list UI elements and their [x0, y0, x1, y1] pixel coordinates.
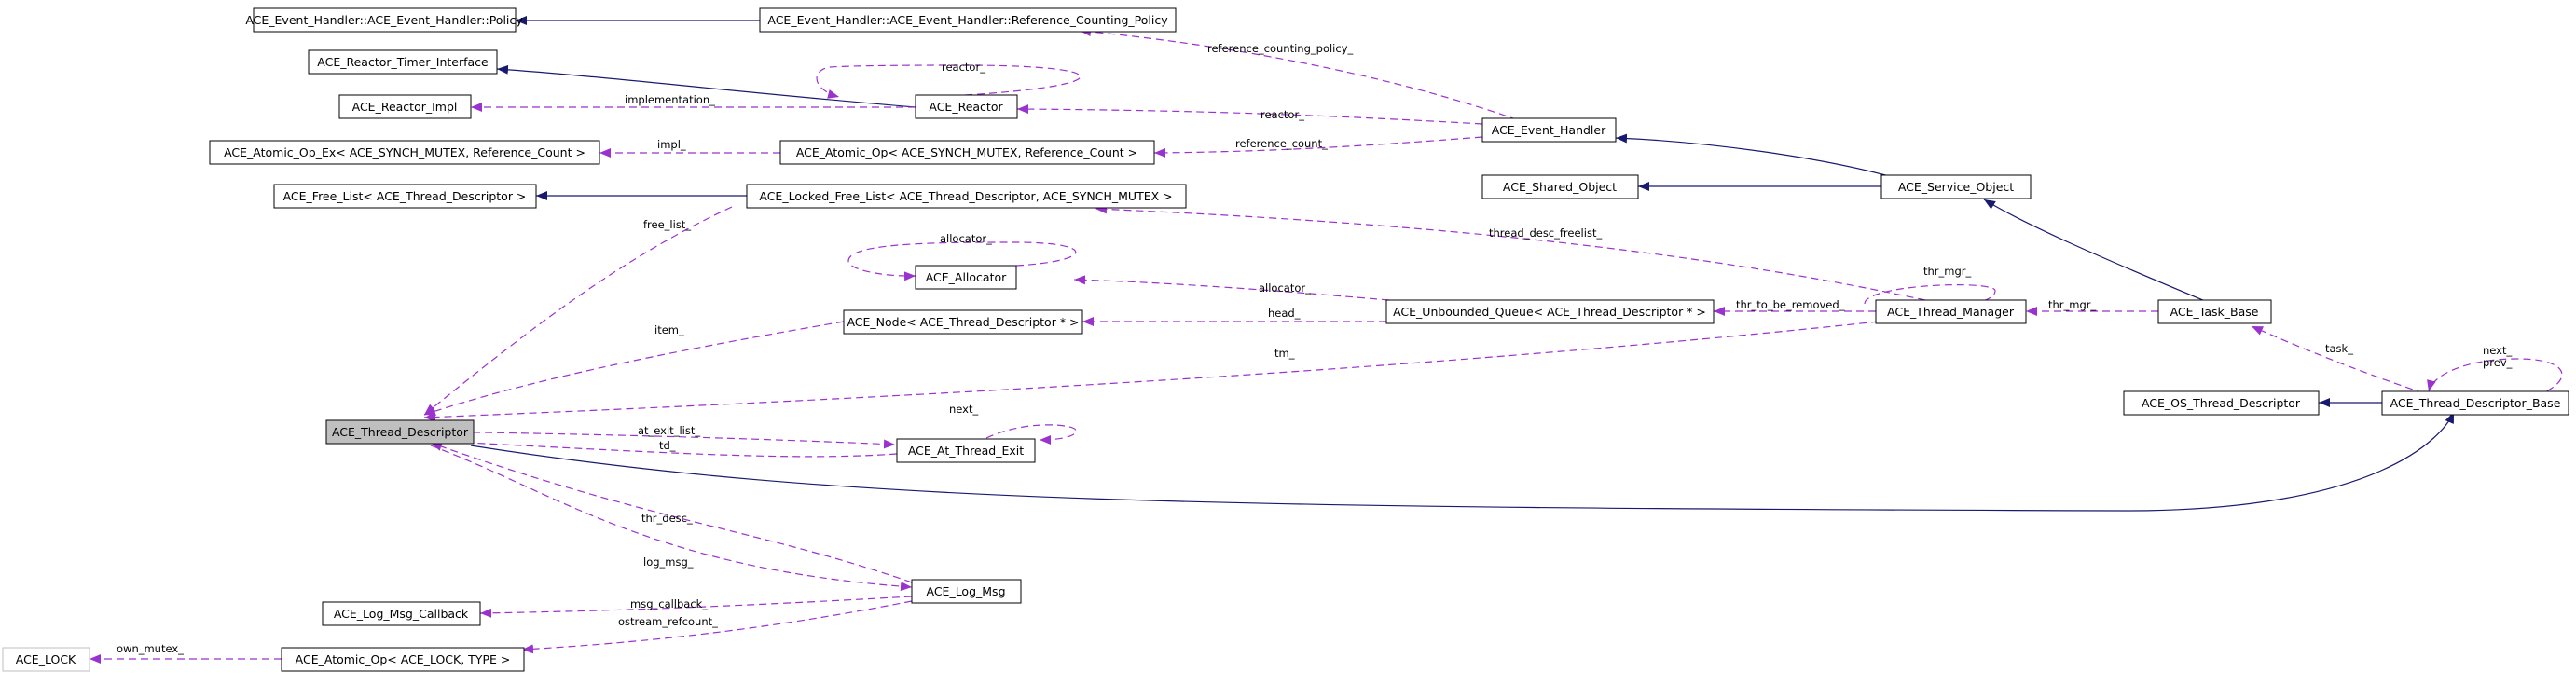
node-shared-object[interactable]: ACE_Shared_Object — [1481, 174, 1639, 199]
label-thread-desc-freelist: thread_desc_freelist_ — [1489, 226, 1602, 240]
node-reference-counting-policy[interactable]: ACE_Event_Handler::ACE_Event_Handler::Re… — [759, 7, 1177, 33]
node-allocator-label: ACE_Allocator — [926, 270, 1007, 284]
collab-edge-task — [2251, 325, 2425, 394]
collaboration-diagram: reference_counting_policy_ reactor_ impl… — [0, 0, 2576, 685]
node-atomic-op-ex[interactable]: ACE_Atomic_Op_Ex< ACE_SYNCH_MUTEX, Refer… — [209, 140, 600, 165]
node-locked-free-list-label: ACE_Locked_Free_List< ACE_Thread_Descrip… — [759, 189, 1172, 203]
node-task-base[interactable]: ACE_Task_Base — [2157, 299, 2272, 324]
collab-edge-reactor — [1016, 104, 1483, 125]
node-log-msg-callback[interactable]: ACE_Log_Msg_Callback — [322, 601, 481, 626]
node-policy[interactable]: ACE_Event_Handler::ACE_Event_Handler::Po… — [245, 7, 523, 33]
label-head: head_ — [1268, 307, 1301, 320]
label-tm: tm_ — [1274, 347, 1295, 360]
node-thread-manager[interactable]: ACE_Thread_Manager — [1875, 299, 2027, 324]
collab-edge-item — [423, 321, 845, 416]
edge-labels: reference_counting_policy_ reactor_ impl… — [117, 42, 2513, 655]
label-reactor-self: reactor_ — [942, 61, 985, 74]
node-reactor[interactable]: ACE_Reactor — [915, 94, 1018, 119]
node-log-msg-label: ACE_Log_Msg — [926, 584, 1005, 598]
node-task-base-label: ACE_Task_Base — [2170, 305, 2259, 319]
label-thr-mgr: thr_mgr_ — [2048, 298, 2097, 311]
label-impl: impl_ — [657, 138, 686, 151]
node-log-msg[interactable]: ACE_Log_Msg — [911, 579, 1022, 604]
label-at-exit-list: at_exit_list_ — [638, 424, 700, 437]
label-own-mutex: own_mutex_ — [117, 642, 184, 655]
label-ostream-refcount: ostream_refcount_ — [618, 615, 718, 628]
inherit-edge-taskbase-to-service — [1983, 199, 2211, 304]
node-reactor-label: ACE_Reactor — [929, 100, 1003, 114]
label-reference-counting-policy: reference_counting_policy_ — [1207, 42, 1353, 55]
label-reactor: reactor_ — [1260, 108, 1304, 121]
node-unbounded-queue-label: ACE_Unbounded_Queue< ACE_Thread_Descript… — [1393, 305, 1706, 319]
label-task: task_ — [2325, 342, 2353, 355]
node-atomic-op-lock-label: ACE_Atomic_Op< ACE_LOCK, TYPE > — [296, 652, 511, 666]
label-msg-callback: msg_callback_ — [630, 597, 708, 610]
label-allocator-self: allocator_ — [940, 232, 992, 245]
node-reactor-timer-interface[interactable]: ACE_Reactor_Timer_Interface — [308, 49, 498, 75]
node-shared-object-label: ACE_Shared_Object — [1503, 180, 1617, 194]
node-ace-lock[interactable]: ACE_LOCK — [2, 647, 90, 672]
node-log-msg-callback-label: ACE_Log_Msg_Callback — [334, 607, 469, 621]
label-next-exit: next_ — [949, 403, 978, 416]
node-atomic-op-label: ACE_Atomic_Op< ACE_SYNCH_MUTEX, Referenc… — [796, 145, 1137, 159]
node-thread-descriptor-base[interactable]: ACE_Thread_Descriptor_Base — [2381, 390, 2569, 416]
node-thread-descriptor-base-label: ACE_Thread_Descriptor_Base — [2390, 396, 2561, 410]
node-thread-descriptor-label: ACE_Thread_Descriptor — [332, 425, 469, 439]
label-thr-mgr-self: thr_mgr_ — [1923, 265, 1972, 278]
node-ace-node[interactable]: ACE_Node< ACE_Thread_Descriptor * > — [843, 309, 1083, 335]
collab-edge-allocator — [1073, 275, 1390, 301]
node-free-list-label: ACE_Free_List< ACE_Thread_Descriptor > — [283, 189, 527, 203]
node-allocator[interactable]: ACE_Allocator — [915, 265, 1017, 290]
node-reactor-impl[interactable]: ACE_Reactor_Impl — [338, 94, 472, 119]
node-at-thread-exit-label: ACE_At_Thread_Exit — [908, 444, 1024, 458]
node-policy-label: ACE_Event_Handler::ACE_Event_Handler::Po… — [245, 13, 523, 27]
node-event-handler[interactable]: ACE_Event_Handler — [1481, 117, 1617, 143]
node-free-list[interactable]: ACE_Free_List< ACE_Thread_Descriptor > — [273, 184, 537, 209]
collab-edge-tm — [423, 321, 1880, 422]
node-unbounded-queue[interactable]: ACE_Unbounded_Queue< ACE_Thread_Descript… — [1385, 299, 1715, 324]
label-log-msg: log_msg_ — [643, 555, 694, 569]
node-ace-node-label: ACE_Node< ACE_Thread_Descriptor * > — [847, 315, 1079, 329]
node-at-thread-exit[interactable]: ACE_At_Thread_Exit — [896, 438, 1036, 463]
label-thr-to-be-removed: thr_to_be_removed_ — [1736, 298, 1845, 311]
node-service-object[interactable]: ACE_Service_Object — [1880, 174, 2032, 199]
node-reference-counting-policy-label: ACE_Event_Handler::ACE_Event_Handler::Re… — [767, 13, 1168, 27]
inherit-edge-service-to-eventhandler — [1615, 133, 1894, 178]
collab-edge-next-exit-self — [985, 424, 1077, 445]
label-td: td_ — [659, 439, 676, 452]
label-thr-desc: thr_desc_ — [641, 512, 693, 525]
label-next: next_ — [2483, 344, 2512, 357]
node-reactor-impl-label: ACE_Reactor_Impl — [352, 100, 458, 114]
node-atomic-op-lock[interactable]: ACE_Atomic_Op< ACE_LOCK, TYPE > — [281, 647, 525, 672]
label-item: item_ — [654, 323, 684, 336]
node-reactor-timer-interface-label: ACE_Reactor_Timer_Interface — [317, 55, 489, 69]
label-implementation: implementation_ — [625, 93, 715, 106]
node-atomic-op[interactable]: ACE_Atomic_Op< ACE_SYNCH_MUTEX, Referenc… — [779, 140, 1155, 165]
node-event-handler-label: ACE_Event_Handler — [1492, 123, 1606, 137]
label-free-list: free_list_ — [643, 218, 691, 231]
node-os-thread-descriptor-label: ACE_OS_Thread_Descriptor — [2142, 396, 2301, 410]
label-prev: prev_ — [2483, 356, 2513, 369]
collab-edge-free-list — [423, 206, 733, 416]
node-locked-free-list[interactable]: ACE_Locked_Free_List< ACE_Thread_Descrip… — [746, 184, 1187, 209]
label-allocator: allocator_ — [1259, 281, 1311, 295]
node-atomic-op-ex-label: ACE_Atomic_Op_Ex< ACE_SYNCH_MUTEX, Refer… — [224, 145, 585, 159]
node-thread-manager-label: ACE_Thread_Manager — [1887, 305, 2015, 319]
node-ace-lock-label: ACE_LOCK — [16, 652, 76, 666]
node-service-object-label: ACE_Service_Object — [1898, 180, 2014, 194]
node-thread-descriptor[interactable]: ACE_Thread_Descriptor — [325, 419, 475, 445]
inherit-edge-td-to-tdbase — [470, 411, 2455, 512]
label-reference-count: reference_count_ — [1235, 137, 1328, 150]
node-os-thread-descriptor[interactable]: ACE_OS_Thread_Descriptor — [2123, 390, 2320, 416]
